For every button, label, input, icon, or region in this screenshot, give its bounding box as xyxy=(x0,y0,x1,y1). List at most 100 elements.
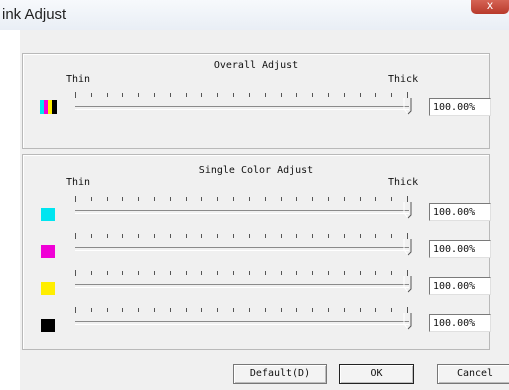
thin-label: Thin xyxy=(66,177,91,188)
slider-tick xyxy=(186,308,187,312)
slider-tick xyxy=(249,234,250,238)
slider-tick xyxy=(360,308,361,312)
slider-tick xyxy=(138,93,139,97)
slider-tick xyxy=(375,271,376,275)
slider-tick xyxy=(201,234,202,238)
magenta-value-field[interactable]: 100.00% xyxy=(429,240,491,258)
slider-tick xyxy=(265,234,266,238)
yellow-swatch xyxy=(41,282,55,295)
slider-tick xyxy=(170,197,171,201)
slider-tick xyxy=(91,308,92,312)
slider-tick xyxy=(75,233,76,239)
slider-tick xyxy=(122,271,123,275)
slider-tick xyxy=(170,234,171,238)
slider-tick xyxy=(249,308,250,312)
overall-slider[interactable] xyxy=(75,92,415,118)
slider-tick xyxy=(344,308,345,312)
slider-tick xyxy=(91,271,92,275)
slider-tick xyxy=(107,234,108,238)
slider-tick xyxy=(312,271,313,275)
slider-tick xyxy=(249,271,250,275)
black-swatch xyxy=(41,319,55,332)
slider-tick xyxy=(154,271,155,275)
title-bar: ink Adjust x xyxy=(0,0,509,30)
slider-tick xyxy=(122,197,123,201)
magenta-slider[interactable] xyxy=(75,233,415,259)
slider-tick xyxy=(138,234,139,238)
slider-thumb[interactable] xyxy=(403,238,412,256)
slider-thumb[interactable] xyxy=(403,201,412,219)
slider-tick xyxy=(360,197,361,201)
slider-thumb[interactable] xyxy=(403,312,412,330)
yellow-value-field[interactable]: 100.00% xyxy=(429,277,491,295)
slider-tick xyxy=(328,308,329,312)
slider-track xyxy=(75,210,409,214)
slider-tick xyxy=(281,197,282,201)
slider-tick xyxy=(360,271,361,275)
slider-tick xyxy=(201,308,202,312)
slider-tick xyxy=(312,308,313,312)
slider-tick xyxy=(281,308,282,312)
yellow-slider[interactable] xyxy=(75,270,415,296)
slider-tick xyxy=(375,93,376,97)
slider-tick xyxy=(296,234,297,238)
black-slider[interactable] xyxy=(75,307,415,333)
slider-tick xyxy=(233,234,234,238)
close-button[interactable]: x xyxy=(471,0,509,14)
overall-adjust-group: Overall Adjust Thin Thick 100.00% xyxy=(22,53,491,149)
cyan-value-field[interactable]: 100.00% xyxy=(429,203,491,221)
slider-tick xyxy=(91,93,92,97)
overall-value-field[interactable]: 100.00% xyxy=(429,98,491,116)
single-color-adjust-title: Single Color Adjust xyxy=(198,165,314,176)
slider-tick xyxy=(217,93,218,97)
slider-tick xyxy=(186,197,187,201)
slider-tick xyxy=(154,234,155,238)
slider-tick xyxy=(344,93,345,97)
slider-tick xyxy=(344,271,345,275)
slider-tick xyxy=(233,197,234,201)
window-title: ink Adjust xyxy=(2,6,67,23)
slider-tick xyxy=(154,93,155,97)
slider-tick xyxy=(201,271,202,275)
slider-tick xyxy=(217,197,218,201)
slider-tick xyxy=(312,234,313,238)
slider-tick xyxy=(201,93,202,97)
ok-button[interactable]: OK xyxy=(339,364,414,384)
slider-tick xyxy=(375,308,376,312)
slider-tick xyxy=(122,308,123,312)
slider-tick xyxy=(328,93,329,97)
slider-tick xyxy=(391,234,392,238)
slider-thumb[interactable] xyxy=(403,275,412,293)
slider-track xyxy=(75,284,409,288)
cancel-button[interactable]: Cancel xyxy=(437,364,509,384)
slider-tick xyxy=(312,93,313,97)
slider-tick xyxy=(281,234,282,238)
slider-tick xyxy=(391,308,392,312)
single-color-adjust-group: Single Color Adjust Thin Thick 100.00% 1… xyxy=(22,154,491,350)
slider-tick xyxy=(344,234,345,238)
slider-tick xyxy=(375,234,376,238)
cmyk-color-icon xyxy=(40,100,57,114)
slider-tick xyxy=(186,93,187,97)
slider-tick xyxy=(233,308,234,312)
slider-tick xyxy=(107,93,108,97)
black-value-field[interactable]: 100.00% xyxy=(429,314,491,332)
slider-thumb[interactable] xyxy=(403,97,412,115)
slider-tick xyxy=(328,234,329,238)
default-button[interactable]: Default(D) xyxy=(233,364,327,384)
cyan-swatch xyxy=(41,208,55,221)
slider-tick xyxy=(312,197,313,201)
slider-tick xyxy=(296,308,297,312)
thick-label: Thick xyxy=(388,177,419,188)
cyan-slider[interactable] xyxy=(75,196,415,222)
slider-tick xyxy=(281,93,282,97)
slider-tick xyxy=(138,197,139,201)
slider-tick xyxy=(217,271,218,275)
overall-adjust-title: Overall Adjust xyxy=(213,60,299,71)
dialog-body: Overall Adjust Thin Thick 100.00% Single… xyxy=(20,30,509,390)
slider-tick xyxy=(296,93,297,97)
slider-tick xyxy=(391,271,392,275)
slider-tick xyxy=(217,234,218,238)
slider-tick xyxy=(265,271,266,275)
slider-tick xyxy=(75,196,76,202)
